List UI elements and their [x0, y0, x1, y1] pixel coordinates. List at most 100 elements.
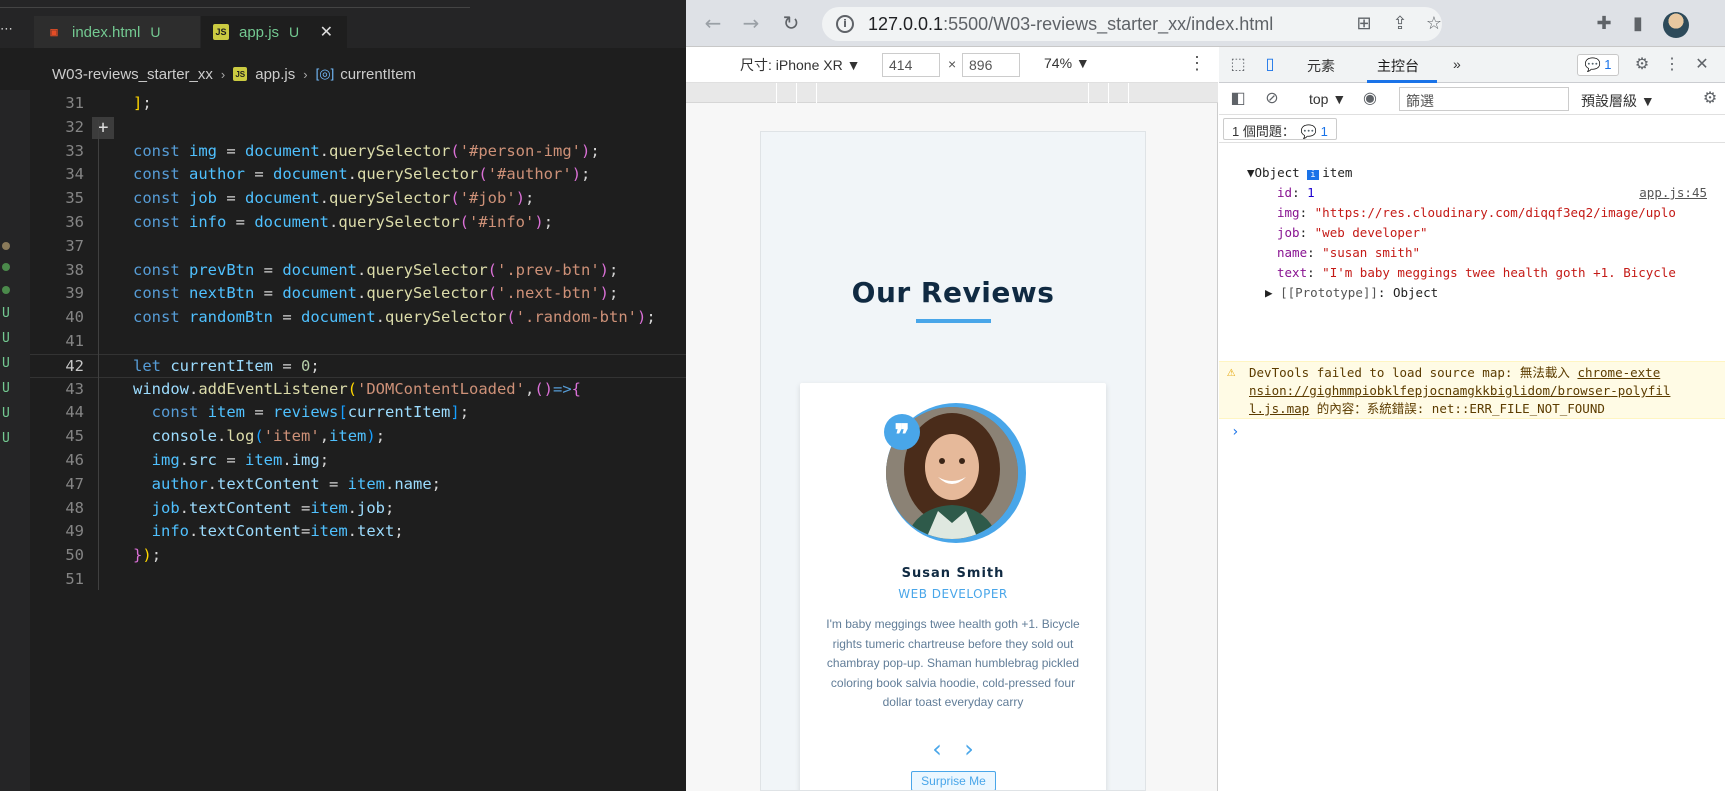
devtools-tab-bar: ⬚ ▯ 元素 主控台 » 💬 1 ⚙ ⋮ ✕: [1219, 47, 1725, 83]
bookmark-star-icon[interactable]: ☆: [1422, 12, 1446, 36]
more-options-icon[interactable]: ⋮: [1661, 54, 1683, 76]
code-line: 32 +: [30, 116, 686, 140]
context-select[interactable]: top ▼: [1309, 91, 1346, 107]
line-number: 44: [65, 403, 84, 422]
untracked-marker: U: [2, 331, 10, 346]
code-area[interactable]: 31]; 32 + 33 const img = document.querySel…: [30, 92, 686, 592]
back-arrow-icon[interactable]: ←: [700, 10, 726, 36]
line-number: 38: [65, 260, 84, 279]
code-line: 44 const item = reviews[currentItem];: [30, 401, 686, 425]
device-width-input[interactable]: 414: [882, 53, 940, 77]
device-toolbar: 尺寸: iPhone XR ▼ 414 × 896 74% ▼ ⋮: [686, 47, 1218, 83]
ruler-segment: [776, 83, 777, 103]
issues-count: 💬 1: [1300, 124, 1328, 139]
close-tab-icon[interactable]: ✕: [320, 22, 333, 42]
url-host: 127.0.0.1: [868, 13, 944, 34]
breadcrumb-symbol[interactable]: currentItem: [340, 66, 416, 83]
review-card: ❞ Susan Smith WEB DEVELOPER I'm baby meg…: [800, 383, 1106, 790]
prototype-row[interactable]: ▶ [[Prototype]]: Object: [1219, 283, 1725, 303]
more-tabs-button[interactable]: »: [1453, 56, 1461, 72]
javascript-file-icon: JS: [233, 67, 248, 81]
object-header[interactable]: ▼Object i: [1219, 163, 1725, 183]
device-toggle-icon[interactable]: ▯: [1259, 54, 1281, 76]
device-select[interactable]: 尺寸: iPhone XR ▼: [740, 55, 860, 75]
url-path: :5500/W03-reviews_starter_xx/index.html: [943, 13, 1274, 34]
reload-icon[interactable]: ↻: [778, 10, 804, 36]
ruler-segment: [796, 83, 797, 103]
tab-app-js[interactable]: JS app.js U ✕: [201, 16, 347, 48]
code-line: 49 info.textContent=item.text;: [30, 520, 686, 544]
code-line: 51: [30, 568, 686, 592]
forward-arrow-icon[interactable]: →: [738, 10, 764, 36]
line-number: 36: [65, 212, 84, 231]
devtools-panel: ⬚ ▯ 元素 主控台 » 💬 1 ⚙ ⋮ ✕ ◧ ⊘ top ▼ ◉ 篩選 預設…: [1219, 47, 1725, 791]
object-property: name: "susan smith": [1277, 245, 1421, 260]
add-comment-icon[interactable]: +: [92, 116, 114, 139]
breadcrumb-folder[interactable]: W03-reviews_starter_xx: [52, 66, 213, 83]
breadcrumb-file[interactable]: app.js: [255, 66, 295, 83]
close-devtools-icon[interactable]: ✕: [1691, 54, 1713, 76]
line-number: 48: [65, 498, 84, 517]
line-number: 50: [65, 546, 84, 565]
code-line: 40 const randomBtn = document.querySelect…: [30, 306, 686, 330]
log-levels-select[interactable]: 預設層級 ▼: [1581, 91, 1655, 111]
browser-toolbar: ← → ↻ i 127.0.0.1:5500/W03-reviews_start…: [686, 0, 1725, 47]
extensions-puzzle-icon[interactable]: ✚: [1592, 12, 1616, 36]
line-number: 51: [65, 569, 84, 588]
page-title: Our Reviews: [851, 276, 1055, 309]
more-actions-icon[interactable]: ⋯: [0, 22, 16, 37]
console-prompt[interactable]: ›: [1231, 424, 1239, 440]
code-line: 50});: [30, 544, 686, 568]
console-settings-gear-icon[interactable]: ⚙: [1699, 88, 1721, 110]
clear-console-icon[interactable]: ⊘: [1261, 88, 1283, 110]
inspect-element-icon[interactable]: ⬚: [1227, 54, 1249, 76]
url-text: 127.0.0.1:5500/W03-reviews_starter_xx/in…: [868, 14, 1273, 35]
title-strip: [0, 0, 470, 8]
more-options-icon[interactable]: ⋮: [1188, 53, 1206, 74]
device-height-input[interactable]: 896: [962, 53, 1020, 77]
warning-link[interactable]: l.js.map: [1249, 401, 1309, 416]
zoom-select[interactable]: 74% ▼: [1044, 55, 1090, 71]
issues-label: 1 個問題：: [1232, 124, 1295, 139]
warning-link[interactable]: nsion://gighmmpiobklfepjocnamgkkbiglidom…: [1249, 383, 1670, 398]
next-button[interactable]: ›: [959, 737, 979, 761]
property-value: "I'm baby meggings twee health goth +1. …: [1322, 265, 1676, 280]
tab-console[interactable]: 主控台: [1377, 56, 1419, 76]
site-info-icon[interactable]: i: [836, 15, 854, 33]
prev-button[interactable]: ‹: [927, 737, 947, 761]
code-line: 33 const img = document.querySelector('#p…: [30, 140, 686, 164]
translate-icon[interactable]: ⊞: [1352, 12, 1376, 36]
tab-index-html[interactable]: ▣ index.html U: [34, 16, 200, 48]
console-filter-input[interactable]: 篩選: [1399, 87, 1569, 111]
share-icon[interactable]: ⇪: [1388, 12, 1412, 36]
tab-elements[interactable]: 元素: [1307, 56, 1335, 76]
profile-avatar[interactable]: [1663, 12, 1689, 38]
ruler-segment: [816, 83, 817, 103]
sidebar-toggle-icon[interactable]: ◧: [1227, 88, 1249, 110]
code-line: 39 const nextBtn = document.querySelector…: [30, 282, 686, 306]
tab-label: index.html: [72, 23, 141, 41]
issues-badge[interactable]: 💬 1: [1577, 54, 1619, 76]
code-line: 38 const prevBtn = document.querySelector…: [30, 259, 686, 283]
expand-triangle-icon[interactable]: ▶: [1265, 285, 1280, 300]
live-expression-eye-icon[interactable]: ◉: [1359, 88, 1381, 110]
warning-link[interactable]: chrome-exte: [1577, 365, 1660, 380]
object-label: Object: [1254, 165, 1300, 180]
issues-button[interactable]: 1 個問題： 💬 1: [1223, 118, 1337, 140]
review-text: I'm baby meggings twee health goth +1. B…: [826, 617, 1080, 710]
side-panel-icon[interactable]: ▮: [1626, 12, 1650, 36]
line-number: 46: [65, 450, 84, 469]
page-viewport: Our Reviews ❞ Susan Smith WEB DEVELOPER …: [760, 131, 1146, 791]
line-number: 41: [65, 331, 84, 350]
surprise-me-button[interactable]: Surprise Me: [911, 771, 996, 790]
expand-triangle-icon[interactable]: ▼: [1247, 165, 1255, 180]
info-icon: i: [1307, 170, 1319, 180]
address-bar[interactable]: i 127.0.0.1:5500/W03-reviews_starter_xx/…: [822, 7, 1442, 41]
line-number: 43: [65, 379, 84, 398]
property-key: img: [1277, 205, 1300, 220]
warning-line: l.js.map 的內容：系統錯誤: net::ERR_FILE_NOT_FOU…: [1249, 400, 1605, 418]
console-toolbar: ◧ ⊘ top ▼ ◉ 篩選 預設層級 ▼ ⚙: [1219, 83, 1725, 115]
settings-gear-icon[interactable]: ⚙: [1631, 54, 1653, 76]
console-log-line: item app.js:45: [1219, 143, 1725, 200]
chevron-right-icon: ›: [303, 66, 308, 82]
